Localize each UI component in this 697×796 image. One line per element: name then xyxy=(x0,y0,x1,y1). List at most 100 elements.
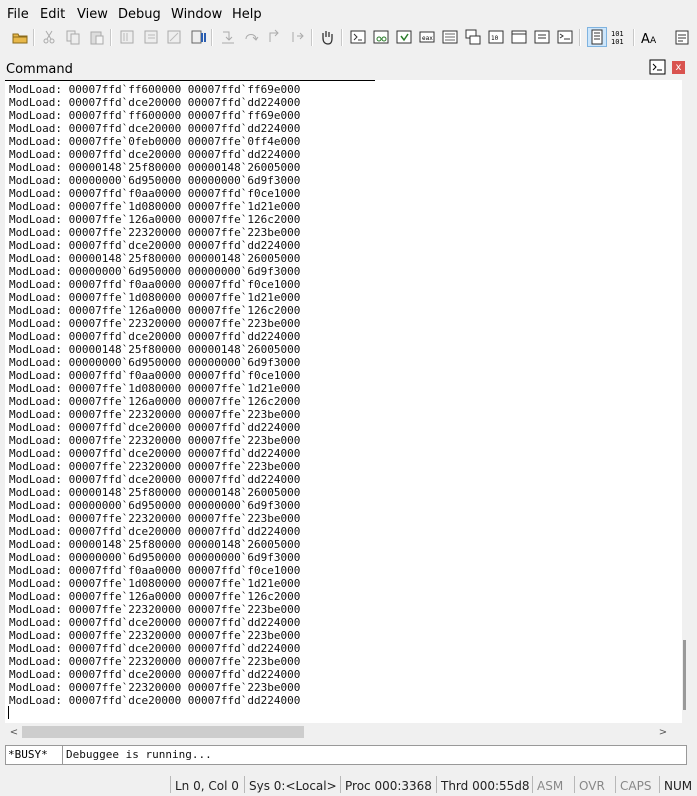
command-input-bar: *BUSY* Debuggee is running... xyxy=(5,745,687,765)
output-line: ModLoad: 00000000`6d950000 00000000`6d9f… xyxy=(9,356,301,369)
output-line: ModLoad: 00007ffe`22320000 00007ffe`223b… xyxy=(9,408,301,421)
break-icon[interactable] xyxy=(189,28,207,46)
paste-icon[interactable] xyxy=(88,28,106,46)
restart-icon[interactable] xyxy=(142,28,160,46)
status-ovr: OVR xyxy=(574,776,615,793)
vertical-scrollbar-thumb[interactable] xyxy=(683,640,686,710)
busy-prompt: *BUSY* xyxy=(8,748,48,761)
status-line-col: Ln 0, Col 0 xyxy=(170,776,244,793)
vertical-scrollbar[interactable] xyxy=(682,80,687,723)
output-line: ModLoad: 00007ffd`dce20000 00007ffd`dd22… xyxy=(9,447,301,460)
output-line: ModLoad: 00000148`25f80000 00000148`2600… xyxy=(9,486,301,499)
command-window-icon[interactable] xyxy=(349,28,367,46)
output-line: ModLoad: 00007ffd`f0aa0000 00007ffd`f0ce… xyxy=(9,369,301,382)
output-line: ModLoad: 00000000`6d950000 00000000`6d9f… xyxy=(9,551,301,564)
options-icon[interactable] xyxy=(673,28,691,46)
menu-view[interactable]: View xyxy=(77,7,108,22)
output-line: ModLoad: 00007ffe`22320000 00007ffe`223b… xyxy=(9,317,301,330)
status-caps: CAPS xyxy=(615,776,659,793)
output-line: ModLoad: 00007ffd`f0aa0000 00007ffd`f0ce… xyxy=(9,187,301,200)
output-line: ModLoad: 00007ffd`dce20000 00007ffd`dd22… xyxy=(9,421,301,434)
svg-text:101: 101 xyxy=(611,38,624,46)
output-line: ModLoad: 00007ffd`dce20000 00007ffd`dd22… xyxy=(9,239,301,252)
text-caret xyxy=(8,706,9,719)
menu-edit[interactable]: Edit xyxy=(40,7,65,22)
output-line: ModLoad: 00007ffe`22320000 00007ffe`223b… xyxy=(9,512,301,525)
toolbar-separator xyxy=(633,29,635,46)
output-line: ModLoad: 00000000`6d950000 00000000`6d9f… xyxy=(9,174,301,187)
scroll-right-icon[interactable]: > xyxy=(656,725,670,740)
menu-window[interactable]: Window xyxy=(171,7,222,22)
status-system: Sys 0:<Local> xyxy=(244,776,337,793)
menu-file[interactable]: File xyxy=(7,7,29,22)
status-process: Proc 000:3368 xyxy=(340,776,433,793)
call-stack-icon[interactable] xyxy=(464,28,482,46)
toolbar: eax 10 101 101 AA xyxy=(0,26,697,50)
horizontal-scrollbar-thumb[interactable] xyxy=(22,726,304,738)
watch-window-icon[interactable] xyxy=(372,28,390,46)
copy-icon[interactable] xyxy=(64,28,82,46)
open-icon[interactable] xyxy=(11,28,29,46)
output-line: ModLoad: 00007ffe`1d080000 00007ffe`1d21… xyxy=(9,200,301,213)
output-line: ModLoad: 00007ffe`1d080000 00007ffe`1d21… xyxy=(9,291,301,304)
output-line: ModLoad: 00007ffd`dce20000 00007ffd`dd22… xyxy=(9,525,301,538)
output-line: ModLoad: 00007ffe`126a0000 00007ffe`126c… xyxy=(9,590,301,603)
svg-text:A: A xyxy=(641,32,650,46)
close-icon[interactable]: x xyxy=(672,61,685,74)
output-line: ModLoad: 00007ffe`126a0000 00007ffe`126c… xyxy=(9,395,301,408)
go-icon[interactable] xyxy=(118,28,136,46)
status-bar: Ln 0, Col 0 Sys 0:<Local> Proc 000:3368 … xyxy=(0,776,697,793)
toolbar-separator xyxy=(211,29,213,46)
output-line: ModLoad: 00007ffd`dce20000 00007ffd`dd22… xyxy=(9,148,301,161)
output-line: ModLoad: 00007ffe`1d080000 00007ffe`1d21… xyxy=(9,382,301,395)
disassembly-icon[interactable]: 10 xyxy=(487,28,505,46)
svg-text:10: 10 xyxy=(491,35,499,42)
run-to-cursor-icon[interactable] xyxy=(289,28,307,46)
output-line: ModLoad: 00007ffd`dce20000 00007ffd`dd22… xyxy=(9,616,301,629)
output-line: ModLoad: 00000148`25f80000 00000148`2600… xyxy=(9,343,301,356)
output-line: ModLoad: 00007ffd`ff600000 00007ffd`ff69… xyxy=(9,83,301,96)
status-asm: ASM xyxy=(532,776,572,793)
output-line: ModLoad: 00000148`25f80000 00000148`2600… xyxy=(9,252,301,265)
output-line: ModLoad: 00007ffd`f0aa0000 00007ffd`f0ce… xyxy=(9,278,301,291)
command-window-title: Command xyxy=(6,62,73,77)
output-line: ModLoad: 00007ffd`dce20000 00007ffd`dd22… xyxy=(9,642,301,655)
svg-text:eax: eax xyxy=(422,35,433,42)
output-line: ModLoad: 00007ffe`22320000 00007ffe`223b… xyxy=(9,603,301,616)
source-mode-icon[interactable] xyxy=(587,27,607,47)
scratch-pad-icon[interactable] xyxy=(510,28,528,46)
registers-window-icon[interactable]: eax xyxy=(418,28,436,46)
step-over-icon[interactable] xyxy=(242,28,260,46)
output-line: ModLoad: 00007ffd`dce20000 00007ffd`dd22… xyxy=(9,96,301,109)
menu-debug[interactable]: Debug xyxy=(118,7,161,22)
command-window-header: Command x xyxy=(3,59,691,79)
horizontal-scrollbar[interactable]: < > xyxy=(5,724,687,741)
command-input[interactable]: Debuggee is running... xyxy=(62,746,686,764)
output-line: ModLoad: 00007ffd`dce20000 00007ffd`dd22… xyxy=(9,122,301,135)
hex-mode-icon[interactable]: 101 101 xyxy=(610,28,628,46)
command-output-panel[interactable]: ModLoad: 00007ffd`ff600000 00007ffd`ff69… xyxy=(5,80,687,723)
status-thread: Thrd 000:55d8 xyxy=(436,776,531,793)
toolbar-separator xyxy=(110,29,112,46)
output-line: ModLoad: 00007ffe`22320000 00007ffe`223b… xyxy=(9,681,301,694)
memory-window-icon[interactable] xyxy=(441,28,459,46)
font-icon[interactable]: AA xyxy=(641,28,659,46)
toolbar-separator xyxy=(579,29,581,46)
output-line: ModLoad: 00007ffd`ff600000 00007ffd`ff69… xyxy=(9,109,301,122)
step-into-icon[interactable] xyxy=(219,28,237,46)
stop-icon[interactable] xyxy=(165,28,183,46)
output-line: ModLoad: 00007ffe`126a0000 00007ffe`126c… xyxy=(9,213,301,226)
command-window-dock-icon[interactable] xyxy=(649,59,667,76)
scroll-left-icon[interactable]: < xyxy=(7,725,21,740)
cut-icon[interactable] xyxy=(40,28,58,46)
hand-icon[interactable] xyxy=(318,28,336,46)
output-line: ModLoad: 00007ffe`22320000 00007ffe`223b… xyxy=(9,460,301,473)
step-out-icon[interactable] xyxy=(265,28,283,46)
output-line: ModLoad: 00007ffd`dce20000 00007ffd`dd22… xyxy=(9,330,301,343)
command-browser-icon[interactable] xyxy=(556,28,574,46)
command-output-text: ModLoad: 00007ffd`ff600000 00007ffd`ff69… xyxy=(9,83,300,707)
processes-threads-icon[interactable] xyxy=(533,28,551,46)
locals-window-icon[interactable] xyxy=(395,28,413,46)
menu-help[interactable]: Help xyxy=(232,7,262,22)
output-line: ModLoad: 00000148`25f80000 00000148`2600… xyxy=(9,538,301,551)
